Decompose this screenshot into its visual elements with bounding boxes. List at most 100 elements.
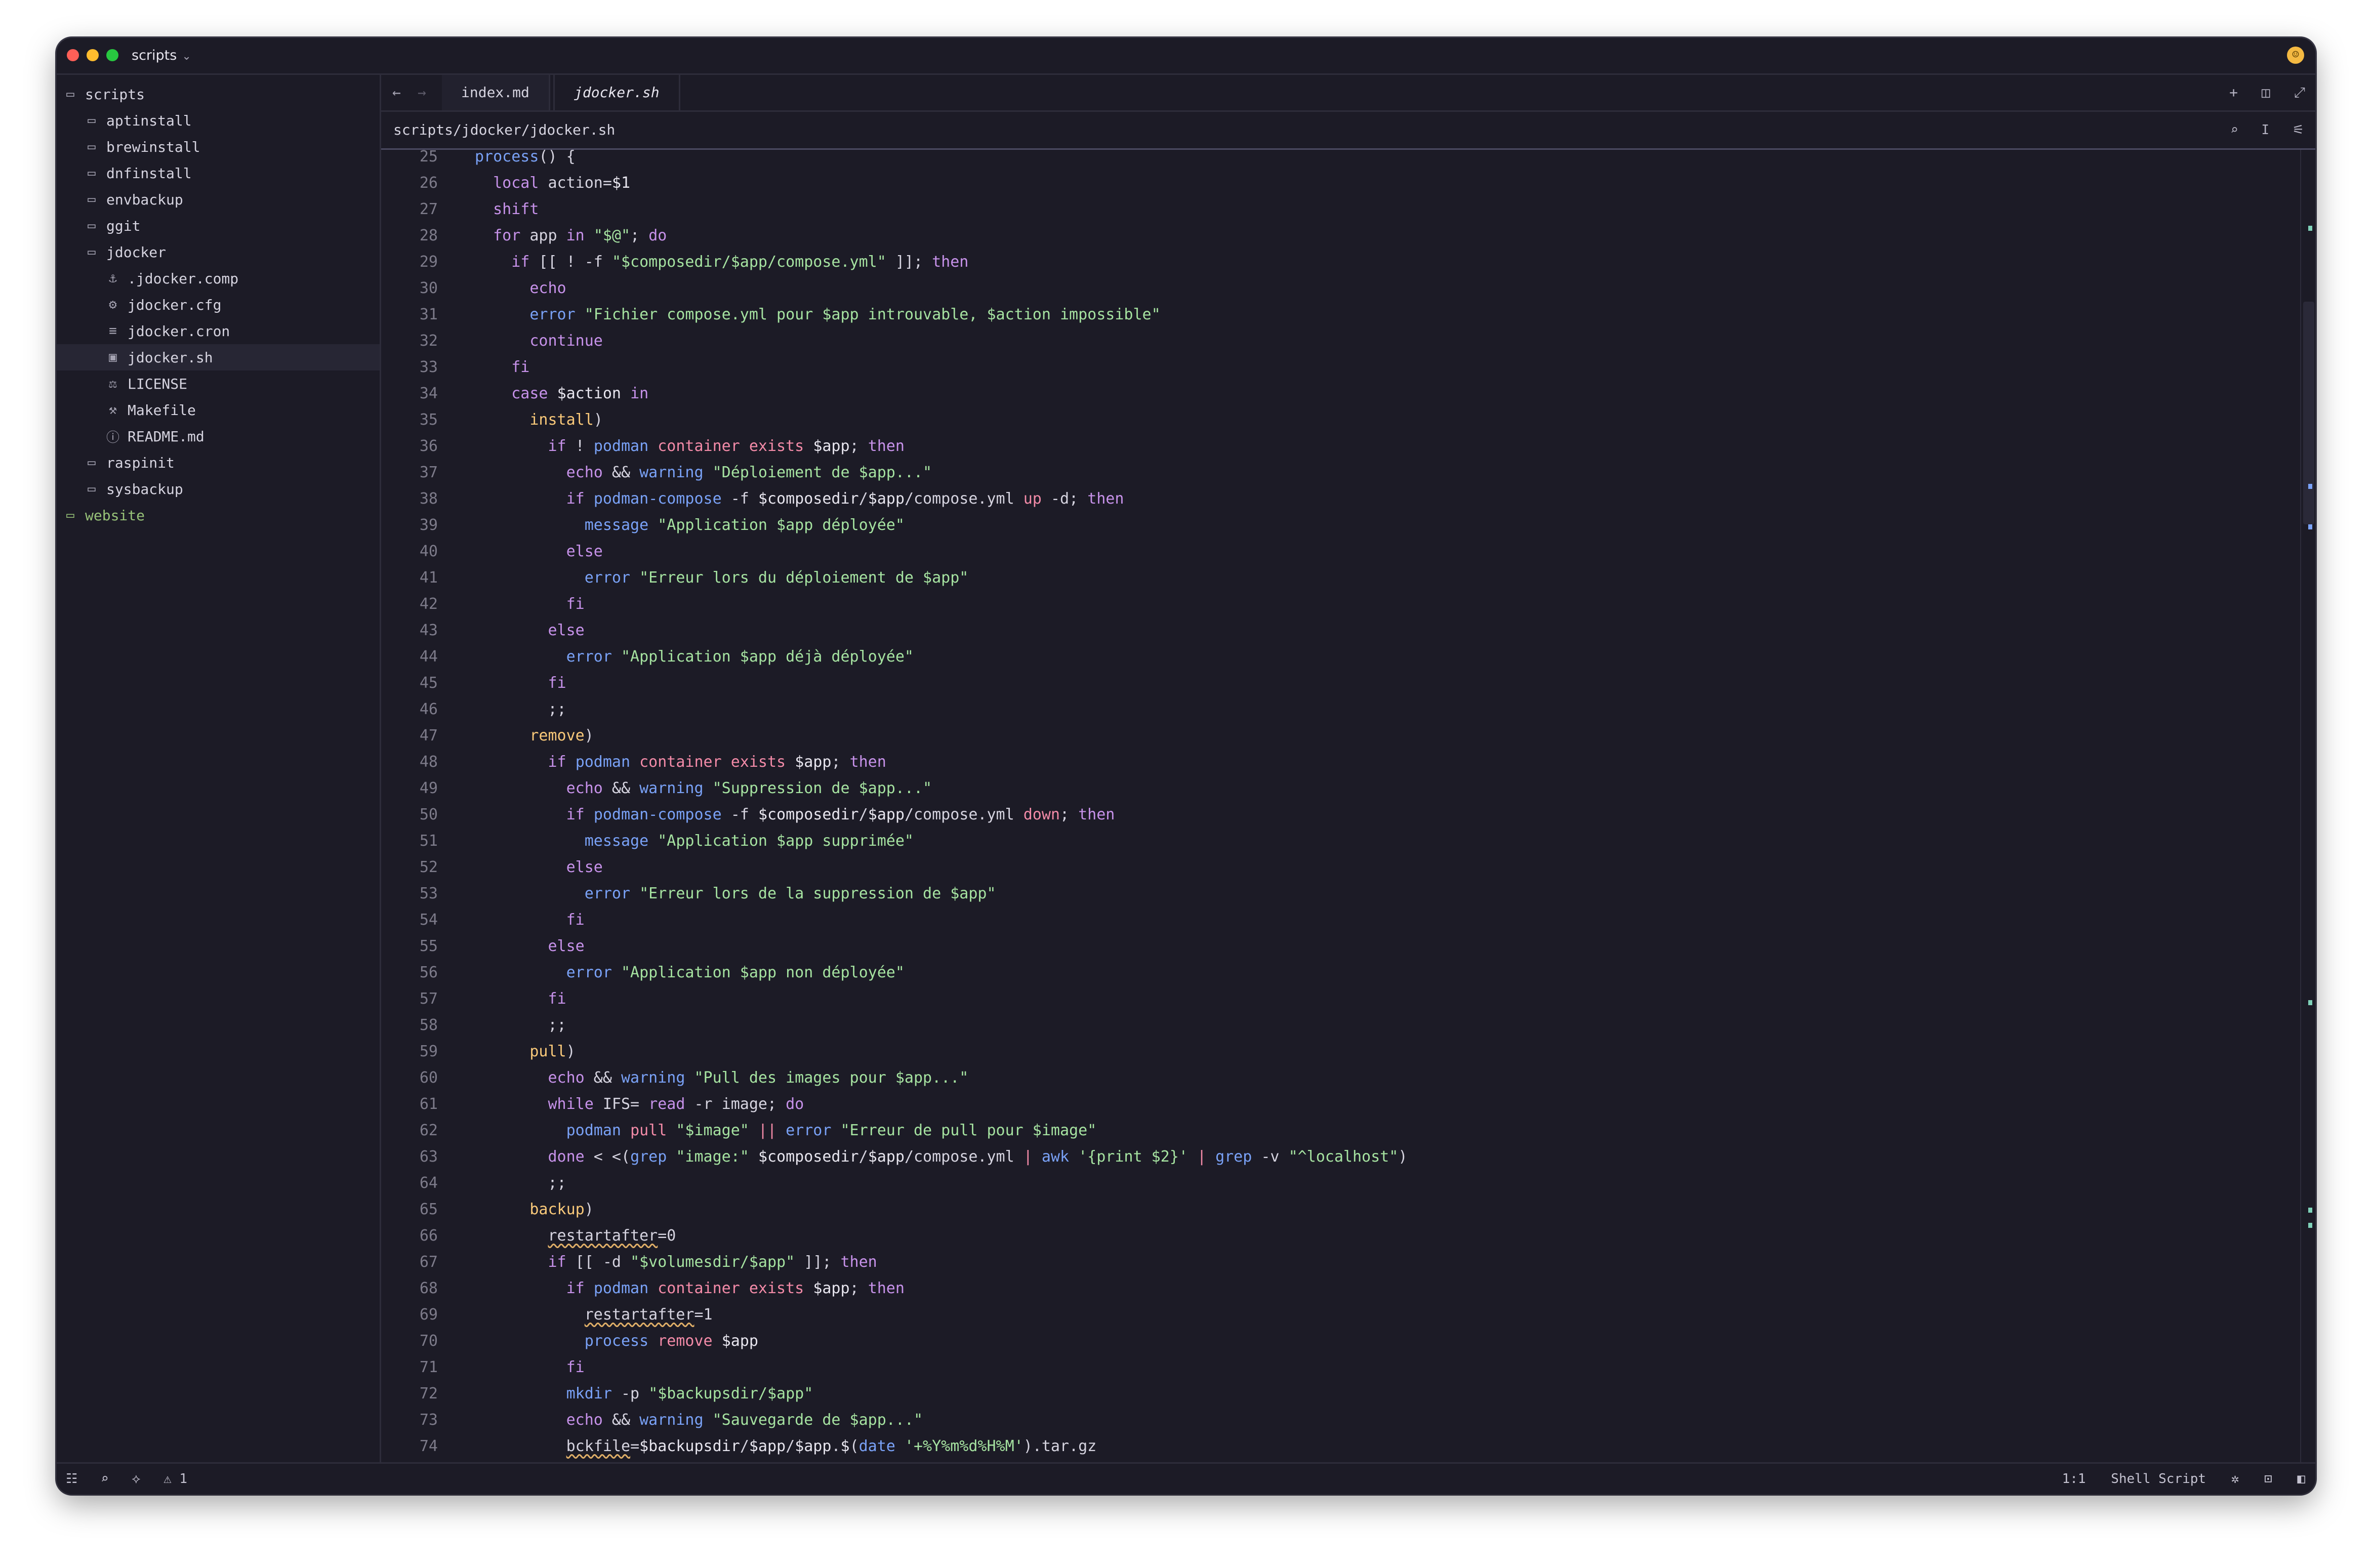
code-text: error "Fichier compose.yml pour $app int… (529, 306, 1161, 323)
maximize-icon[interactable]: ⤢ (2294, 84, 2305, 101)
back-arrow-icon[interactable]: ← (392, 75, 401, 110)
code-line[interactable]: 61 while IFS= read -r image; do (381, 1091, 2295, 1118)
terminal-icon[interactable]: ⊡ (2264, 1471, 2272, 1487)
code-line[interactable]: 64 ;; (381, 1170, 2295, 1196)
scrollbar[interactable] (2300, 150, 2315, 1464)
sidebar-item-envbackup[interactable]: ▭ envbackup (57, 186, 380, 213)
code-line[interactable]: 38 if podman-compose -f $composedir/$app… (381, 486, 2295, 512)
code-line[interactable]: 35 install) (381, 407, 2295, 433)
code-line[interactable]: 56 error "Application $app non déployée" (381, 960, 2295, 986)
code-line[interactable]: 54 fi (381, 907, 2295, 933)
code-line[interactable]: 66 restartafter=0 (381, 1223, 2295, 1249)
zoom-window-button[interactable] (106, 49, 118, 61)
code-line[interactable]: 46 ;; (381, 696, 2295, 723)
text-cursor-icon[interactable]: I (2261, 122, 2269, 138)
layout-icon[interactable]: ◧ (2297, 1471, 2305, 1487)
code-line[interactable]: 43 else (381, 617, 2295, 644)
code-line[interactable]: 50 if podman-compose -f $composedir/$app… (381, 802, 2295, 828)
split-pane-icon[interactable]: ◫ (2262, 84, 2270, 101)
code-line[interactable]: 34 case $action in (381, 381, 2295, 407)
code-line[interactable]: 55 else (381, 933, 2295, 960)
code-line[interactable]: 48 if podman container exists $app; then (381, 749, 2295, 775)
cursor-position[interactable]: 1:1 (2062, 1471, 2086, 1487)
code-line[interactable]: 25 process() { (381, 150, 2295, 170)
sidebar-item-jdocker-sh[interactable]: ▣ jdocker.sh (57, 344, 380, 370)
code-editor[interactable]: 74 bckfile=$backupsdir/$app/$app.$(date … (381, 150, 2315, 1464)
search-icon[interactable]: ⌕ (2230, 122, 2238, 138)
code-line[interactable]: 69 restartafter=1 (381, 1302, 2295, 1328)
code-line[interactable]: 73 echo && warning "Sauvegarde de $app..… (381, 1407, 2295, 1433)
code-line[interactable]: 57 fi (381, 986, 2295, 1012)
code-line[interactable]: 27 shift (381, 196, 2295, 223)
forward-arrow-icon[interactable]: → (418, 75, 426, 110)
code-line[interactable]: 37 echo && warning "Déploiement de $app.… (381, 460, 2295, 486)
code-line[interactable]: 44 error "Application $app déjà déployée… (381, 644, 2295, 670)
sidebar-item-sysbackup[interactable]: ▭ sysbackup (57, 476, 380, 502)
breadcrumb-path[interactable]: scripts/jdocker/jdocker.sh (393, 112, 615, 148)
code-line[interactable]: 53 error "Erreur lors de la suppression … (381, 881, 2295, 907)
minimize-window-button[interactable] (87, 49, 99, 61)
sidebar-item-jdocker-comp[interactable]: ⚓ .jdocker.comp (57, 265, 380, 292)
code-line[interactable]: 28 for app in "$@"; do (381, 223, 2295, 249)
code-line[interactable]: 33 fi (381, 354, 2295, 381)
code-line[interactable]: 30 echo (381, 275, 2295, 302)
code-line[interactable]: 62 podman pull "$image" || error "Erreur… (381, 1118, 2295, 1144)
search-icon[interactable]: ⌕ (101, 1471, 109, 1487)
add-icon[interactable]: + (2229, 84, 2238, 101)
code-line[interactable]: 51 message "Application $app supprimée" (381, 828, 2295, 854)
sidebar-item-raspinit[interactable]: ▭ raspinit (57, 449, 380, 476)
code-line[interactable]: 40 else (381, 539, 2295, 565)
code-text: pull) (529, 1043, 576, 1060)
code-line[interactable]: 71 fi (381, 1354, 2295, 1381)
sidebar-item-makefile[interactable]: ⚒ Makefile (57, 397, 380, 423)
settings-icon[interactable]: ⚟ (2293, 122, 2304, 138)
tab-index-md[interactable]: index.md (442, 75, 550, 110)
sidebar-item-readme-md[interactable]: ⓘ README.md (57, 423, 380, 449)
code-line[interactable]: 63 done < <(grep "image:" $composedir/$a… (381, 1144, 2295, 1170)
panel-toggle-icon[interactable]: ☷ (66, 1471, 77, 1487)
code-line[interactable]: 68 if podman container exists $app; then (381, 1275, 2295, 1302)
code-line[interactable]: 65 backup) (381, 1196, 2295, 1223)
git-icon[interactable]: ⟡ (132, 1471, 140, 1487)
sidebar-item-license[interactable]: ⚖ LICENSE (57, 370, 380, 397)
code-line[interactable]: 58 ;; (381, 1012, 2295, 1039)
code-line[interactable]: 36 if ! podman container exists $app; th… (381, 433, 2295, 460)
scrollbar-thumb[interactable] (2303, 302, 2314, 524)
code-line[interactable]: 26 local action=$1 (381, 170, 2295, 196)
sidebar-item-ggit[interactable]: ▭ ggit (57, 213, 380, 239)
code-line[interactable]: 70 process remove $app (381, 1328, 2295, 1354)
sidebar-item-jdocker-cron[interactable]: ≡ jdocker.cron (57, 318, 380, 344)
language-mode[interactable]: Shell Script (2111, 1471, 2206, 1487)
sidebar-item-jdocker-cfg[interactable]: ⚙ jdocker.cfg (57, 292, 380, 318)
code-line[interactable]: 67 if [[ -d "$volumesdir/$app" ]]; then (381, 1249, 2295, 1275)
avatar[interactable]: ☺ (2287, 47, 2304, 64)
ai-assist-icon[interactable]: ✲ (2231, 1471, 2239, 1487)
code-line[interactable]: 59 pull) (381, 1039, 2295, 1065)
code-line[interactable]: 42 fi (381, 591, 2295, 617)
code-line[interactable]: 39 message "Application $app déployée" (381, 512, 2295, 539)
code-line[interactable]: 31 error "Fichier compose.yml pour $app … (381, 302, 2295, 328)
sidebar-item-scripts[interactable]: ▭ scripts (57, 81, 380, 107)
code-line[interactable]: 49 echo && warning "Suppression de $app.… (381, 775, 2295, 802)
code-line[interactable]: 60 echo && warning "Pull des images pour… (381, 1065, 2295, 1091)
tab-jdocker-sh[interactable]: jdocker.sh (553, 75, 680, 110)
code-line[interactable]: 72 mkdir -p "$backupsdir/$app" (381, 1381, 2295, 1407)
code-line[interactable]: 74 bckfile=$backupsdir/$app/$app.$(date … (381, 1433, 2295, 1460)
code-line[interactable]: 32 continue (381, 328, 2295, 354)
sidebar-item-aptinstall[interactable]: ▭ aptinstall (57, 107, 380, 134)
code-line[interactable]: 52 else (381, 854, 2295, 881)
code-line[interactable]: 41 error "Erreur lors du déploiement de … (381, 565, 2295, 591)
code-line[interactable]: 45 fi (381, 670, 2295, 696)
sidebar-item-jdocker[interactable]: ▭ jdocker (57, 239, 380, 265)
warnings-indicator[interactable]: ⚠ 1 (163, 1471, 187, 1487)
sidebar-item-dnfinstall[interactable]: ▭ dnfinstall (57, 160, 380, 186)
sidebar-item-brewinstall[interactable]: ▭ brewinstall (57, 134, 380, 160)
folder-modified-icon: ▭ (66, 508, 74, 523)
code-line[interactable]: 47 remove) (381, 723, 2295, 749)
project-switcher[interactable]: scripts ⌄ (132, 38, 191, 73)
code-line[interactable]: 29 if [[ ! -f "$composedir/$app/compose.… (381, 249, 2295, 275)
code-text: echo && warning "Sauvegarde de $app..." (566, 1411, 923, 1429)
close-window-button[interactable] (67, 49, 79, 61)
info-icon: ⓘ (106, 430, 119, 445)
sidebar-item-website[interactable]: ▭ website (57, 502, 380, 528)
